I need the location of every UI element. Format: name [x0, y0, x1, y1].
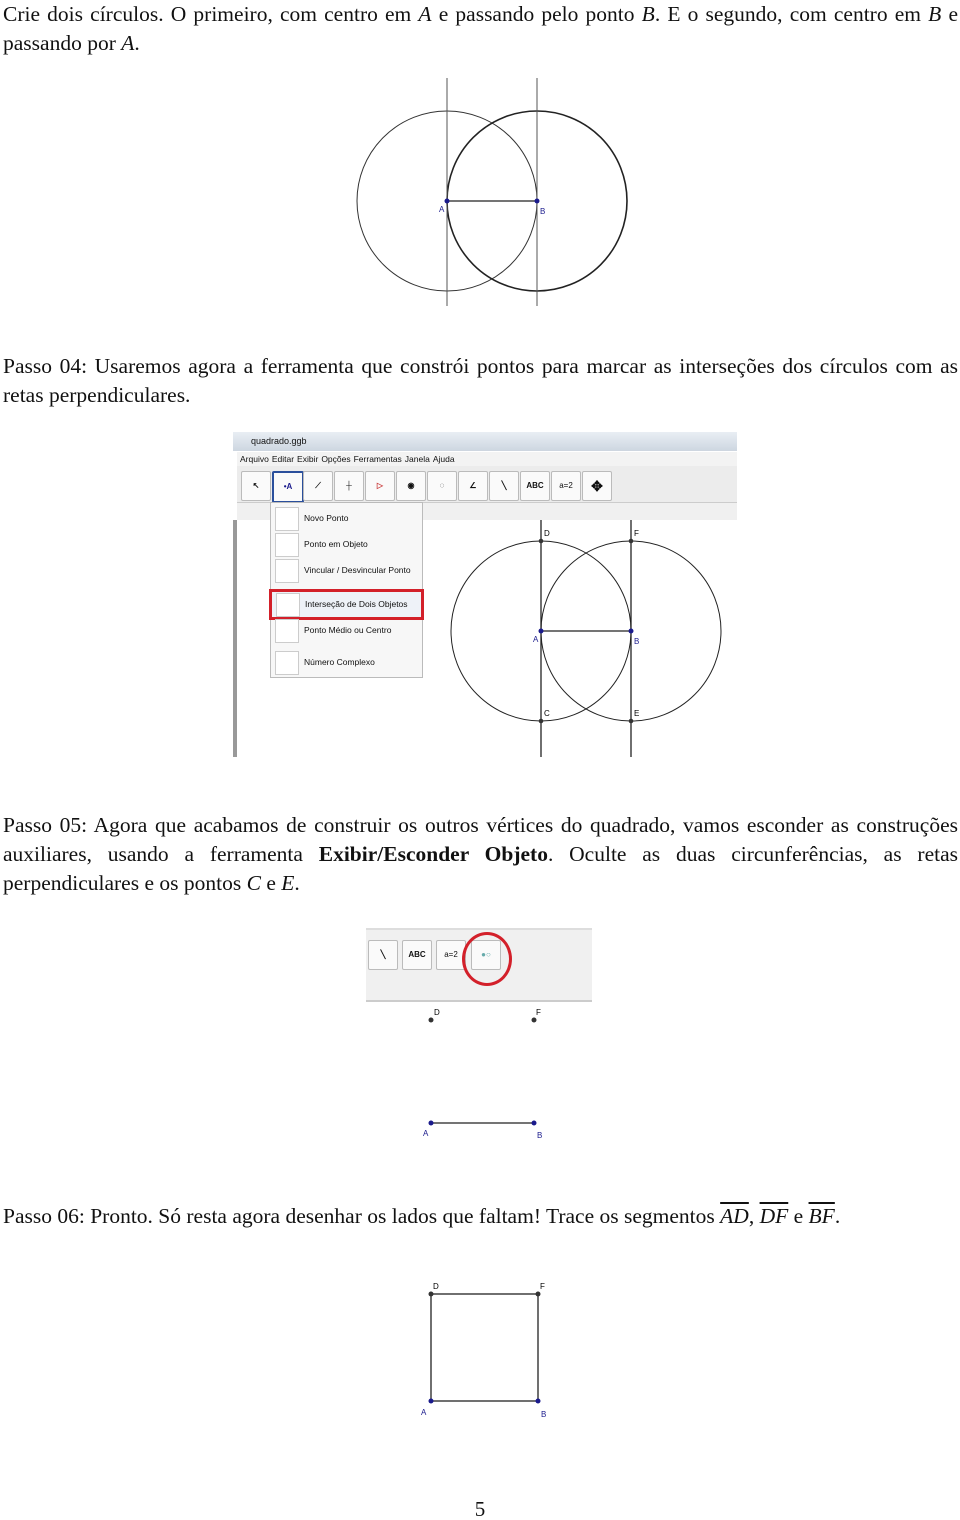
label-b: B	[540, 207, 545, 216]
label-b: B	[634, 637, 639, 646]
geogebra-screenshot: quadrado.ggb Arquivo Editar Exibir Opções Fe…	[233, 432, 737, 757]
menu-item-numero-complexo[interactable]: Número Complexo	[271, 649, 422, 675]
menu-item-novo-ponto[interactable]: Novo Ponto	[271, 505, 422, 531]
label-d: D	[544, 529, 550, 538]
text: .	[834, 1204, 841, 1228]
figure-points: D F A B	[423, 1008, 542, 1140]
midpoint-icon	[275, 619, 299, 643]
menu-ajuda[interactable]: Ajuda	[433, 454, 455, 464]
point-on-object-icon	[275, 533, 299, 557]
toolbar-crop: ╲ ABC a=2 ●○	[366, 928, 592, 1002]
perpendicular-tool-button[interactable]: ┼	[334, 471, 364, 501]
text: e	[260, 870, 282, 895]
window-title: quadrado.ggb	[233, 432, 737, 451]
text: Passo 04: Usaremos agora a ferramenta qu…	[3, 354, 958, 407]
menu-bar: Arquivo Editar Exibir Opções Ferramentas Jane…	[237, 452, 737, 466]
text: Passo 06: Pronto. Só resta agora desenha…	[3, 1204, 721, 1228]
circle-tool-button[interactable]: ◉	[396, 471, 426, 501]
toolbar: ↖ •A ⟋ ┼ ▷ ◉ ◌ ∠ ╲ ABC a=2 ✥	[237, 466, 737, 503]
segment: DF	[759, 1204, 789, 1228]
label-c: C	[544, 709, 550, 718]
label-a: A	[439, 205, 445, 214]
attach-point-icon	[275, 559, 299, 583]
label-a: A	[421, 1408, 427, 1417]
math: C	[246, 870, 261, 895]
point-tools-dropdown: Novo Ponto Ponto em Objeto Vincular / De…	[269, 502, 424, 678]
figure-square: D F A B	[421, 1282, 546, 1419]
move-tool-button[interactable]: ↖	[241, 471, 271, 501]
text-tool-button[interactable]: ABC	[520, 471, 550, 501]
menu-item-ponto-medio[interactable]: Ponto Médio ou Centro	[271, 617, 422, 643]
paragraph-step-06: Passo 06: Pronto. Só resta agora desenha…	[3, 1202, 958, 1231]
label-d: D	[434, 1008, 440, 1017]
polygon-tool-button[interactable]: ▷	[365, 471, 395, 501]
menu-ferramentas[interactable]: Ferramentas	[354, 454, 402, 464]
label: Ponto em Objeto	[304, 539, 368, 549]
label-f: F	[634, 529, 639, 538]
label-a: A	[423, 1129, 429, 1138]
paragraph-step-04: Passo 04: Usaremos agora a ferramenta qu…	[3, 352, 958, 410]
page-number: 5	[474, 1497, 486, 1520]
highlight-circle	[462, 932, 512, 986]
figure-two-circles: A B	[356, 78, 628, 306]
label-e: E	[634, 709, 639, 718]
menu-arquivo[interactable]: Arquivo	[240, 454, 269, 464]
conic-tool-button[interactable]: ◌	[427, 471, 457, 501]
menu-janela[interactable]: Janela	[405, 454, 430, 464]
menu-exibir[interactable]: Exibir	[297, 454, 318, 464]
reflect-tool-button[interactable]: ╲	[368, 940, 398, 970]
label-a: A	[533, 635, 539, 644]
label: Novo Ponto	[304, 513, 349, 523]
label-b: B	[541, 1410, 546, 1419]
segment: AD	[720, 1204, 749, 1228]
label-f: F	[536, 1008, 541, 1017]
label-f: F	[540, 1282, 545, 1291]
new-point-tool-button[interactable]: •A	[272, 471, 304, 503]
label: Ponto Médio ou Centro	[304, 625, 392, 635]
new-point-icon	[275, 507, 299, 531]
label: Vincular / Desvincular Ponto	[304, 565, 411, 575]
menu-item-intersecao[interactable]: Interseção de Dois Objetos	[269, 589, 424, 620]
label-d: D	[433, 1282, 439, 1291]
angle-tool-button[interactable]: ∠	[458, 471, 488, 501]
menu-editar[interactable]: Editar	[272, 454, 294, 464]
label: Número Complexo	[304, 657, 375, 667]
menu-item-ponto-em-objeto[interactable]: Ponto em Objeto	[271, 531, 422, 557]
menu-opcoes[interactable]: Opções	[321, 454, 350, 464]
line-tool-button[interactable]: ⟋	[303, 471, 333, 501]
label-b: B	[537, 1131, 542, 1140]
tool-name: Exibir/Esconder Objeto	[318, 841, 548, 866]
math: E	[281, 870, 295, 895]
text: e	[788, 1204, 809, 1228]
text: ,	[748, 1204, 760, 1228]
slider-tool-button[interactable]: a=2	[551, 471, 581, 501]
intersect-icon	[276, 593, 300, 617]
reflect-tool-button[interactable]: ╲	[489, 471, 519, 501]
move-view-tool-button[interactable]: ✥	[582, 471, 612, 501]
segment: BF	[808, 1204, 835, 1228]
complex-number-icon	[275, 651, 299, 675]
document-page: Crie dois círculos. O primeiro, com cent…	[0, 0, 960, 1520]
menu-item-vincular-ponto[interactable]: Vincular / Desvincular Ponto	[271, 557, 422, 583]
text: .	[294, 870, 300, 895]
paragraph-step-05: Passo 05: Agora que acabamos de construi…	[3, 811, 958, 897]
text-tool-button[interactable]: ABC	[402, 940, 432, 970]
label: Interseção de Dois Objetos	[305, 599, 408, 609]
